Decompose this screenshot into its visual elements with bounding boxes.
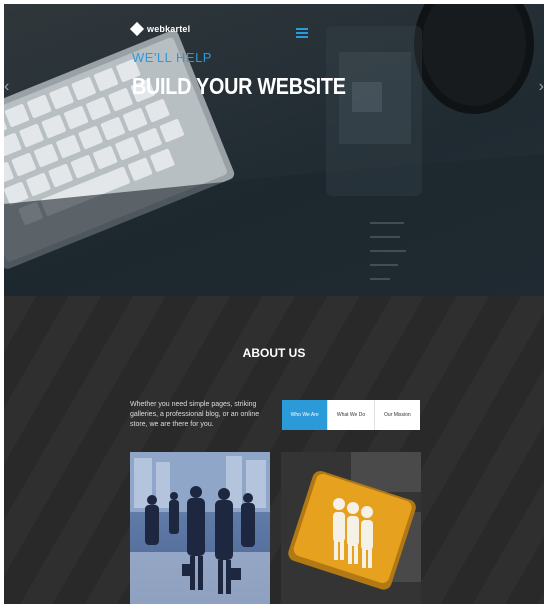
yellow-key-illustration [281, 452, 421, 604]
about-text: Whether you need simple pages, striking … [130, 401, 260, 428]
brand-logo[interactable]: webkartel [129, 21, 191, 37]
arrow-left-icon[interactable]: ‹ [4, 78, 9, 96]
tab-who-we-are[interactable]: Who We Are [282, 400, 328, 430]
about-tabs: Who We Are What We Do Our Mission [282, 400, 420, 430]
diamond-logo-icon [129, 21, 145, 37]
hero-title: BUILD YOUR WEBSITE [132, 73, 346, 99]
hero-kicker: WE'LL HELP [132, 50, 212, 65]
brand-name: webkartel [147, 24, 191, 34]
hero-section: ‹ › webkartel WE'LL HELP BUILD YOUR WEBS… [4, 4, 544, 296]
crowd-photo [130, 452, 270, 604]
tab-our-mission[interactable]: Our Mission [373, 400, 420, 430]
teamwork-key-photo [281, 452, 421, 604]
page: ‹ › webkartel WE'LL HELP BUILD YOUR WEBS… [4, 4, 544, 604]
tab-what-we-do[interactable]: What We Do [327, 400, 373, 430]
crowd-illustration [130, 452, 270, 604]
arrow-right-icon[interactable]: › [539, 78, 544, 96]
hamburger-menu-icon[interactable] [296, 28, 308, 38]
about-section: ABOUT US Whether you need simple pages, … [4, 296, 544, 604]
about-title: ABOUT US [242, 346, 306, 360]
hero-background-image [4, 4, 544, 296]
